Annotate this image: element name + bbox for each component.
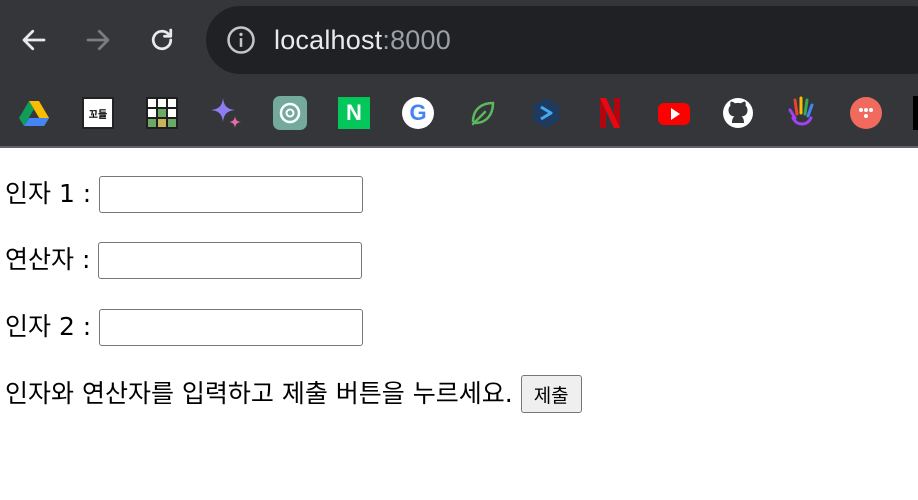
google-drive-icon bbox=[19, 101, 49, 126]
gemini-icon bbox=[211, 98, 241, 128]
bookmark-youtube[interactable] bbox=[657, 96, 691, 130]
bookmark-netflix[interactable] bbox=[593, 96, 627, 130]
bookmark-overflow[interactable] bbox=[913, 96, 918, 130]
more-dots-icon bbox=[850, 97, 882, 129]
arg1-row: 인자 1 : bbox=[5, 174, 364, 214]
arg2-input[interactable] bbox=[99, 308, 364, 346]
arg1-label: 인자 1 : bbox=[5, 179, 92, 208]
arrow-left-icon bbox=[22, 29, 46, 51]
submit-button[interactable]: 제출 bbox=[520, 375, 582, 413]
bookmark-grid-game[interactable] bbox=[145, 96, 179, 130]
operator-label: 연산자 : bbox=[5, 245, 91, 274]
reload-icon bbox=[151, 28, 173, 51]
google-letter: G bbox=[409, 100, 427, 125]
grid-game-icon bbox=[146, 97, 178, 129]
arg2-label: 인자 2 : bbox=[5, 312, 92, 341]
google-icon: G bbox=[402, 97, 434, 129]
instruction-text: 인자와 연산자를 입력하고 제출 버튼을 누르세요. bbox=[5, 379, 513, 408]
bookmarks-bar: 꼬들 N G bbox=[0, 80, 918, 146]
bookmark-chatgpt[interactable] bbox=[273, 96, 307, 130]
arg2-row: 인자 2 : bbox=[5, 307, 364, 347]
bookmark-google[interactable]: G bbox=[401, 96, 435, 130]
arg1-input[interactable] bbox=[99, 175, 364, 213]
bookmark-dots[interactable] bbox=[849, 96, 883, 130]
github-icon bbox=[723, 98, 753, 128]
bookmark-colorful-hand[interactable] bbox=[785, 96, 819, 130]
kkodeul-label: 꼬들 bbox=[88, 109, 108, 121]
bookmark-naver[interactable]: N bbox=[337, 96, 371, 130]
kkodeul-icon: 꼬들 bbox=[82, 97, 114, 129]
url-port: :8000 bbox=[382, 25, 451, 55]
browser-chrome: localhost:8000 꼬들 N G bbox=[0, 0, 918, 148]
submit-row: 인자와 연산자를 입력하고 제출 버튼을 누르세요. 제출 bbox=[5, 374, 582, 414]
leaf-icon bbox=[471, 101, 495, 126]
bookmark-google-drive[interactable] bbox=[17, 96, 51, 130]
info-icon[interactable] bbox=[226, 25, 256, 55]
back-button[interactable] bbox=[12, 18, 56, 62]
bookmark-kkodeul[interactable]: 꼬들 bbox=[81, 96, 115, 130]
operator-input[interactable] bbox=[98, 241, 363, 279]
url-text[interactable]: localhost:8000 bbox=[274, 24, 451, 56]
naver-letter: N bbox=[346, 100, 362, 125]
youtube-icon bbox=[658, 103, 690, 125]
url-host: localhost bbox=[274, 25, 383, 55]
bookmark-gemini[interactable] bbox=[209, 96, 243, 130]
netflix-icon bbox=[600, 98, 620, 128]
chatgpt-icon bbox=[273, 96, 307, 130]
browser-toolbar: localhost:8000 bbox=[0, 0, 918, 80]
hexagon-arrow-icon bbox=[533, 98, 559, 128]
colorful-hand-icon bbox=[788, 96, 814, 126]
bookmark-hexagon[interactable] bbox=[529, 96, 563, 130]
address-bar[interactable]: localhost:8000 bbox=[206, 6, 918, 74]
operator-row: 연산자 : bbox=[5, 240, 363, 280]
naver-icon: N bbox=[338, 97, 370, 129]
page-content: 인자 1 : 연산자 : 인자 2 : 인자와 연산자를 입력하고 제출 버튼을… bbox=[0, 148, 918, 500]
forward-button[interactable] bbox=[76, 18, 120, 62]
bookmark-github[interactable] bbox=[721, 96, 755, 130]
arrow-right-icon bbox=[86, 29, 110, 51]
bookmark-leaf[interactable] bbox=[465, 96, 499, 130]
reload-button[interactable] bbox=[140, 18, 184, 62]
